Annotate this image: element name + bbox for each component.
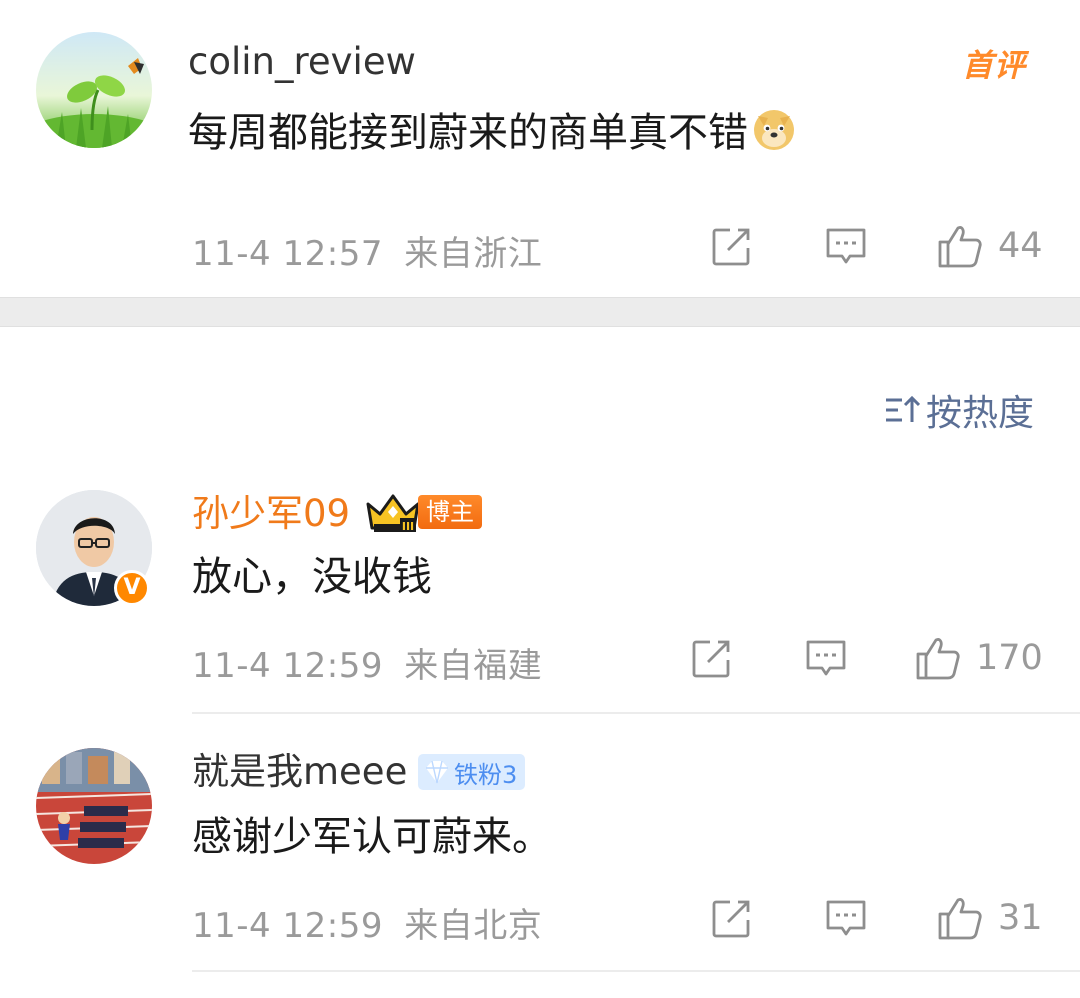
share-button[interactable] — [690, 638, 732, 680]
doge-emoji — [750, 104, 798, 164]
reply-button[interactable] — [804, 638, 848, 680]
blogger-badge: III 博主 — [364, 490, 482, 534]
like-button[interactable]: 44 — [936, 222, 1043, 270]
crown-icon: III — [366, 494, 420, 533]
reply-button[interactable] — [824, 898, 868, 940]
avatar[interactable] — [36, 748, 152, 864]
share-button[interactable] — [710, 898, 752, 940]
thumbs-up-icon — [916, 638, 960, 680]
comment-icon — [806, 640, 846, 676]
sort-toggle[interactable]: 按热度 — [884, 384, 1034, 436]
comment-icon — [826, 900, 866, 936]
reply-button[interactable] — [824, 226, 868, 268]
comment-item: V 孙少军09 III 博主 放心，没收钱 11-4 12:59 来自福建 17… — [0, 470, 1080, 714]
comment-meta: 11-4 12:59 来自北京 — [192, 898, 542, 947]
diamond-icon — [426, 760, 448, 784]
share-icon — [712, 228, 750, 266]
like-count: 170 — [976, 638, 1043, 678]
verified-badge: V — [114, 570, 150, 606]
thumbs-up-icon — [938, 898, 982, 940]
username[interactable]: colin_review — [188, 40, 416, 84]
comment-text-body: 每周都能接到蔚来的商单真不错 — [188, 110, 748, 156]
comment-item: colin_review 首评 每周都能接到蔚来的商单真不错 11-4 12:5… — [0, 0, 1080, 297]
like-button[interactable]: 31 — [936, 894, 1043, 942]
fan-badge-label: 铁粉3 — [454, 760, 518, 789]
comment-item: 就是我meee 铁粉3 感谢少军认可蔚来。 11-4 12:59 来自北京 31 — [0, 714, 1080, 974]
username[interactable]: 孙少军09 — [192, 492, 350, 536]
like-count: 31 — [998, 898, 1043, 938]
sort-icon — [885, 395, 920, 422]
share-icon — [712, 900, 750, 938]
thumbs-up-icon — [938, 226, 982, 268]
location: 来自北京 — [404, 906, 543, 946]
comment-text: 每周都能接到蔚来的商单真不错 — [188, 104, 798, 164]
timestamp: 11-4 12:59 — [192, 646, 383, 686]
share-button[interactable] — [710, 226, 752, 268]
location: 来自福建 — [404, 646, 543, 686]
section-divider — [0, 297, 1080, 327]
like-button[interactable]: 170 — [914, 634, 1043, 682]
avatar-image — [36, 32, 152, 148]
avatar[interactable] — [36, 32, 152, 148]
blogger-label: 博主 — [418, 495, 482, 529]
comment-text: 感谢少军认可蔚来。 — [192, 814, 552, 860]
fan-badge: 铁粉3 — [418, 754, 526, 790]
location: 来自浙江 — [404, 234, 543, 274]
first-comment-badge: 首评 — [962, 48, 1026, 84]
avatar-image — [36, 748, 152, 864]
timestamp: 11-4 12:59 — [192, 906, 383, 946]
username[interactable]: 就是我meee — [192, 750, 407, 794]
timestamp: 11-4 12:57 — [192, 234, 383, 274]
comment-divider — [192, 970, 1080, 972]
comment-meta: 11-4 12:59 来自福建 — [192, 638, 542, 687]
comment-meta: 11-4 12:57 来自浙江 — [192, 226, 542, 275]
svg-text:III: III — [402, 520, 414, 533]
comment-text: 放心，没收钱 — [192, 554, 432, 600]
like-count: 44 — [998, 226, 1043, 266]
share-icon — [692, 640, 730, 678]
sort-label: 按热度 — [925, 393, 1034, 434]
comment-icon — [826, 228, 866, 264]
